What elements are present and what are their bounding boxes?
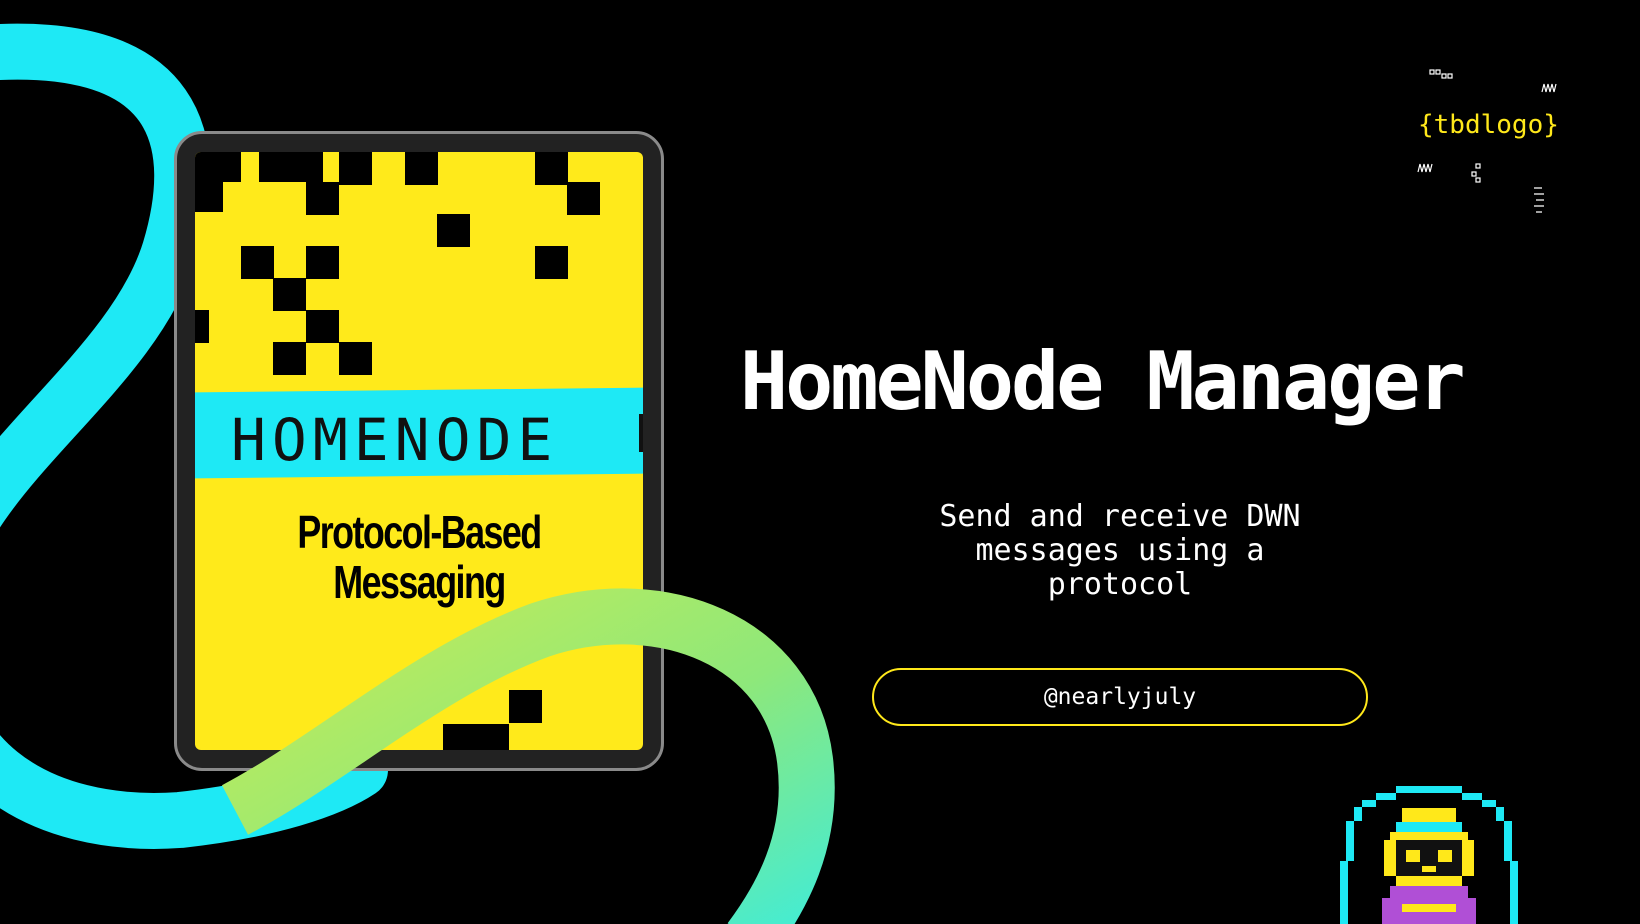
subtitle: Send and receive DWN messages using a pr… — [880, 500, 1360, 602]
tbd-logo-decoration-icon — [1417, 69, 1557, 213]
handle-button[interactable]: @nearlyjuly — [872, 668, 1368, 726]
page-title: HomeNode Manager — [740, 335, 1466, 428]
pixel-astronaut-avatar-icon — [1340, 786, 1518, 924]
banner: HOMENODE Protocol-Based Messaging HomeNo… — [0, 0, 1640, 924]
subtitle-line2: messages using a — [975, 533, 1265, 568]
subtitle-line3: protocol — [1047, 567, 1193, 602]
subtitle-line1: Send and receive DWN — [939, 499, 1301, 534]
